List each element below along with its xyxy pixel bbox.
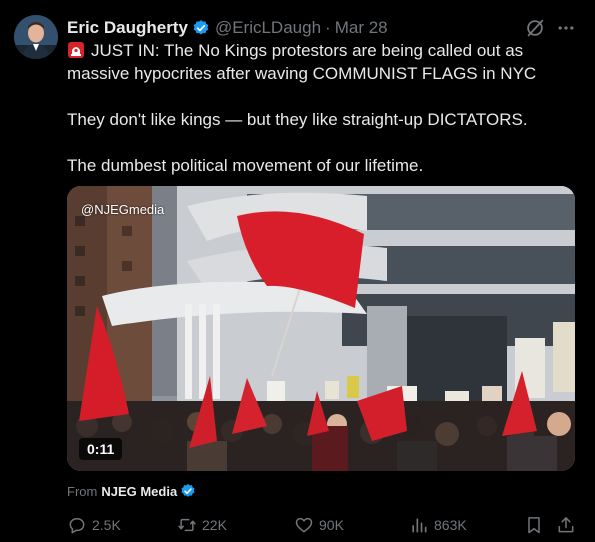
reply-count: 2.5K xyxy=(92,517,121,533)
grok-icon[interactable] xyxy=(524,17,546,39)
views-button[interactable]: 863K xyxy=(409,514,467,536)
share-icon xyxy=(558,517,574,533)
heart-icon xyxy=(295,517,313,533)
author-avatar[interactable] xyxy=(14,15,58,59)
views-count: 863K xyxy=(434,517,467,533)
repost-icon xyxy=(178,518,196,532)
tweet-line-3: The dumbest political movement of our li… xyxy=(67,156,424,175)
tweet-text: JUST IN: The No Kings protestors are bei… xyxy=(67,39,577,177)
verified-badge-icon xyxy=(192,19,210,37)
bookmark-icon xyxy=(528,517,540,534)
header-separator: · xyxy=(325,18,331,37)
video-watermark: @NJEGmedia xyxy=(81,202,165,217)
author-handle[interactable]: @EricLDaugh xyxy=(215,18,321,38)
media-source-name[interactable]: NJEG Media xyxy=(101,484,177,499)
media-source: From NJEG Media xyxy=(67,483,196,499)
reply-icon xyxy=(69,518,85,534)
tweet-header: Eric Daugherty @EricLDaugh · Mar 28 xyxy=(67,17,388,39)
reply-button[interactable]: 2.5K xyxy=(67,514,121,536)
more-options-icon[interactable] xyxy=(556,18,576,38)
like-count: 90K xyxy=(319,517,344,533)
video-duration-badge: 0:11 xyxy=(79,438,123,460)
views-chart-icon xyxy=(412,518,427,533)
source-verified-badge-icon xyxy=(180,483,196,499)
like-button[interactable]: 90K xyxy=(294,514,344,536)
tweet-line-1: JUST IN: The No Kings protestors are bei… xyxy=(67,39,577,85)
tweet-line-2: They don't like kings — but they like st… xyxy=(67,110,528,129)
media-source-prefix: From xyxy=(67,483,98,499)
bookmark-button[interactable] xyxy=(524,514,549,536)
repost-count: 22K xyxy=(202,517,227,533)
repost-button[interactable]: 22K xyxy=(177,514,227,536)
author-name[interactable]: Eric Daugherty xyxy=(67,18,188,38)
video-player[interactable]: @NJEGmedia 0:11 xyxy=(67,186,575,471)
police-siren-icon xyxy=(67,41,85,59)
share-button[interactable] xyxy=(556,514,581,536)
tweet-date[interactable]: Mar 28 xyxy=(335,18,388,38)
video-frame xyxy=(67,186,575,471)
tweet-actions: 2.5K 22K 90K 863K xyxy=(67,514,577,536)
tweet-line-1-text: JUST IN: The No Kings protestors are bei… xyxy=(67,41,537,83)
